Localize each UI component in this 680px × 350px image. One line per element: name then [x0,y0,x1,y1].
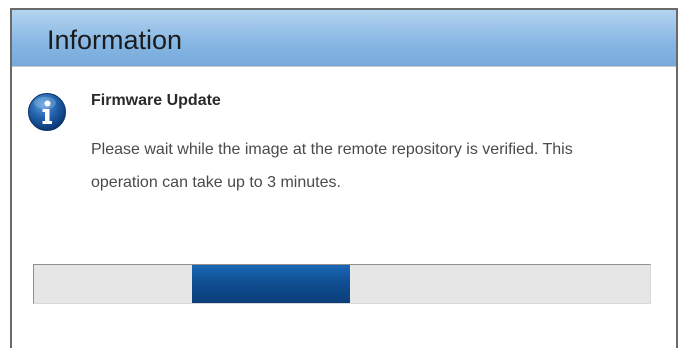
dialog-content: Firmware Update Please wait while the im… [12,68,676,350]
dialog-title: Information [47,25,183,55]
info-icon [28,93,66,131]
progress-bar [33,264,651,304]
dialog-titlebar[interactable]: Information [12,10,676,67]
message-body: Please wait while the image at the remot… [91,141,573,191]
message-heading: Firmware Update [91,92,221,109]
information-dialog: Information Firmware Update Please wait … [10,8,678,350]
progress-bar-fill [192,265,350,303]
